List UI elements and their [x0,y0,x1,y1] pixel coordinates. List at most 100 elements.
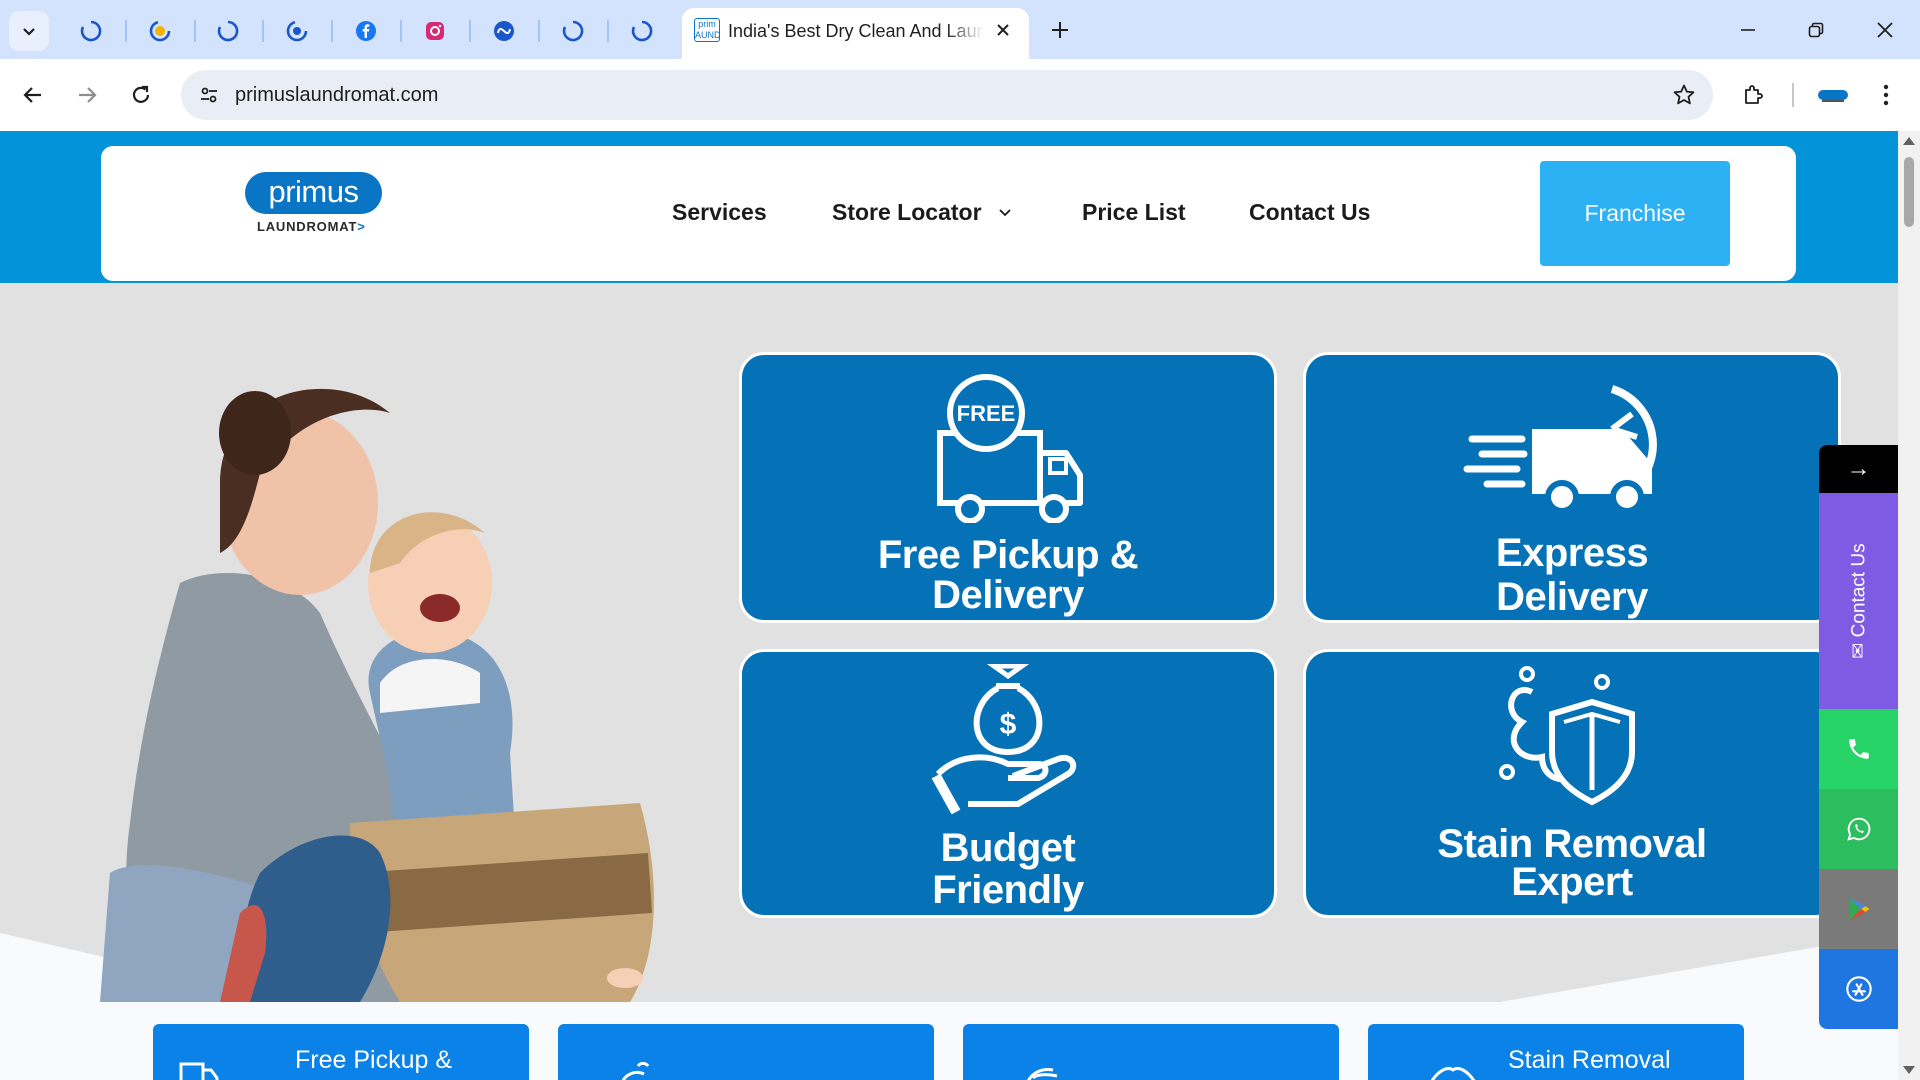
scroll-down-arrow[interactable] [1903,1066,1915,1074]
widget-google-play[interactable] [1819,869,1898,949]
widget-contact-label: ✉ Contact Us [1848,543,1871,658]
toolbar-divider [1792,83,1794,107]
back-arrow-icon [23,87,41,103]
browser-toolbar: primuslaundromat.com [0,59,1920,131]
free-badge-text: FREE [957,401,1016,426]
bookmark-button[interactable] [1669,80,1699,110]
active-tab[interactable]: prim AUNDR India's Best Dry Clean And La… [682,8,1029,59]
tab-separator [262,20,264,42]
address-bar[interactable]: primuslaundromat.com [181,70,1713,120]
tune-icon [201,87,217,103]
forward-button[interactable] [67,75,107,115]
feature-card-label-line1: Budget [940,826,1076,870]
page-scrollbar[interactable] [1898,131,1920,1080]
tab-separator [400,20,402,42]
logo-arrow: > [357,219,366,234]
feature-card-express-delivery[interactable]: Express Delivery [1306,355,1838,620]
logo-subtitle-text: LAUNDROMAT [257,219,358,234]
scroll-up-arrow[interactable] [1903,137,1915,145]
widget-contact-us[interactable]: ✉ Contact Us [1819,493,1898,709]
feature-card-label-line1: Stain Removal [1437,822,1707,866]
pinned-tab-loading-5[interactable] [556,14,590,48]
star-icon [1673,84,1695,105]
email-icon: ✉ [1848,637,1870,659]
page-viewport: primus LAUNDROMAT> Services Store Locato… [0,131,1898,1080]
reload-icon [132,85,150,103]
tab-search-button[interactable] [9,11,49,51]
nav-store-locator[interactable]: Store Locator [832,190,1014,234]
tab-separator [538,20,540,42]
feature-card-label-line2: Expert [1511,860,1633,904]
chevron-down-icon [998,209,1011,217]
feature-card-label-line2: Delivery [1496,575,1648,619]
hand-money-icon [1027,1068,1058,1080]
tab-close-button[interactable] [991,18,1015,42]
nav-price-list[interactable]: Price List [1082,190,1186,234]
nav-contact-us[interactable]: Contact Us [1249,190,1370,234]
nav-services[interactable]: Services [672,190,767,234]
whatsapp-icon [1846,817,1870,841]
widget-collapse-button[interactable]: → [1819,445,1898,493]
logo-wordmark: primus [245,172,382,214]
close-icon [997,24,1009,36]
site-info-button[interactable] [193,79,225,111]
instagram-icon [426,22,444,40]
loading-spinner-icon [562,20,584,42]
pinned-tab-loading-4[interactable] [280,14,314,48]
new-tab-button[interactable] [1044,14,1076,46]
service-card-budget[interactable] [963,1024,1339,1080]
pinned-tab-instagram[interactable] [418,14,452,48]
scrollbar-thumb[interactable] [1904,157,1914,227]
pinned-tab-loading-1[interactable] [74,14,108,48]
widget-whatsapp[interactable] [1819,789,1898,869]
reload-button[interactable] [121,75,161,115]
feature-card-label-line1: Free Pickup & [877,533,1139,577]
close-window-button[interactable] [1861,10,1909,50]
tab-separator [194,20,196,42]
browser-tabstrip: prim AUNDR India's Best Dry Clean And La… [0,0,1920,59]
restore-icon [1808,22,1824,38]
nav-contact-us-label: Contact Us [1249,198,1371,225]
pinned-tab-loading-6[interactable] [625,14,659,48]
widget-phone[interactable] [1819,709,1898,789]
primus-logo[interactable]: primus LAUNDROMAT> [245,172,389,244]
pinned-tab-facebook[interactable] [349,14,383,48]
feature-card-budget-friendly[interactable]: $ Budget Friendly [742,652,1274,915]
puzzle-icon [1745,85,1763,104]
url-text[interactable]: primuslaundromat.com [235,84,438,107]
tab-title: India's Best Dry Clean And Laundry Servi… [728,21,984,41]
pinned-tab-loading-2[interactable] [143,14,177,48]
stain-shield-icon [1499,666,1635,806]
mother-child-laundry-image [100,388,654,1002]
shirt-icon [1430,1067,1476,1080]
site-favicon-icon [286,20,308,42]
loading-spinner-icon [631,20,653,42]
extensions-button[interactable] [1734,75,1774,115]
meta-icon [494,21,514,41]
facebook-icon [356,21,376,41]
logo-subtitle: LAUNDROMAT> [257,219,366,234]
primus-profile-icon [1818,90,1848,102]
restore-button[interactable] [1792,10,1840,50]
back-button[interactable] [13,75,53,115]
pinned-tab-loading-3[interactable] [211,14,245,48]
profile-button[interactable] [1813,75,1853,115]
menu-button[interactable] [1866,75,1906,115]
widget-app-store[interactable] [1819,949,1898,1029]
truck-icon [179,1062,219,1080]
feature-card-free-pickup[interactable]: FREE Free Pickup & Delivery [742,355,1274,620]
service-cards-row: Free Pickup & Stain Removal [0,1024,1898,1080]
more-vert-icon [1883,84,1889,106]
tab-separator [331,20,333,42]
close-icon [1877,22,1893,38]
service-card-stain-removal[interactable]: Stain Removal [1368,1024,1744,1080]
service-card-express[interactable] [558,1024,934,1080]
franchise-button[interactable]: Franchise [1540,161,1730,266]
feature-card-stain-removal[interactable]: Stain Removal Expert [1306,652,1838,915]
service-card-free-pickup[interactable]: Free Pickup & [153,1024,529,1080]
minimize-button[interactable] [1724,10,1772,50]
pinned-tab-meta[interactable] [487,14,521,48]
hero-banner: FREE Free Pickup & Delivery Express Deli… [0,283,1898,1002]
feature-card-label-line2: Friendly [932,868,1084,912]
tab-separator [469,20,471,42]
